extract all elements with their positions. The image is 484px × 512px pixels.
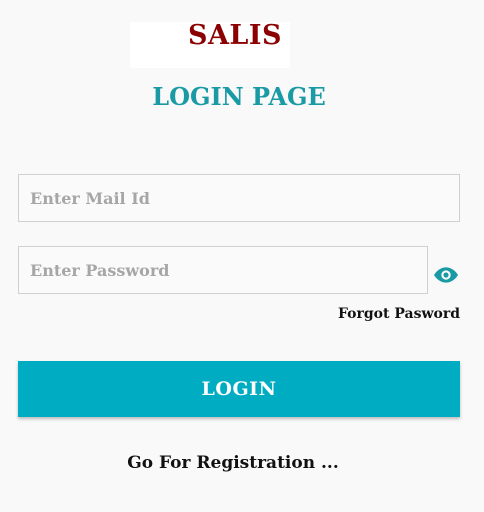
- registration-link[interactable]: Go For Registration ...: [0, 453, 466, 473]
- page-title: LOGIN PAGE: [152, 82, 326, 111]
- brand-logo-text: SALIS: [187, 20, 283, 51]
- eye-icon[interactable]: [433, 264, 459, 286]
- login-button[interactable]: LOGIN: [18, 361, 460, 417]
- password-input[interactable]: [18, 246, 428, 294]
- forgot-password-link[interactable]: Forgot Pasword: [338, 306, 460, 322]
- mail-id-input[interactable]: [18, 174, 460, 222]
